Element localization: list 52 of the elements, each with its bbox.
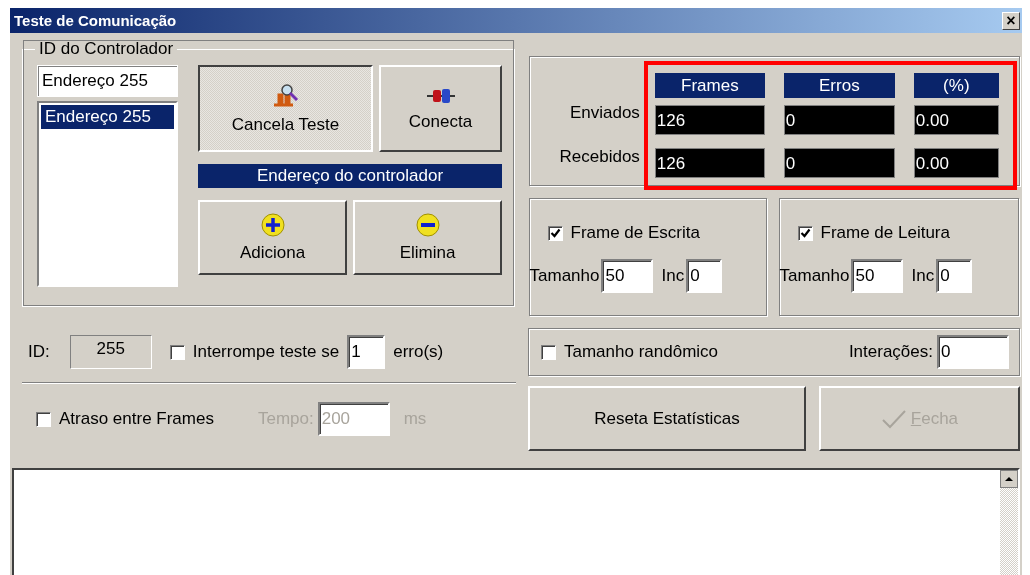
id-display: 255: [69, 335, 152, 369]
minus-icon: [415, 212, 440, 237]
checkbox-label: Frame de Escrita: [570, 223, 700, 243]
close-button[interactable]: ×: [1002, 11, 1020, 30]
id-label: ID:: [28, 342, 50, 362]
checkbox[interactable]: [541, 344, 556, 360]
value-display: 0: [783, 105, 895, 135]
column-header: (%): [913, 73, 999, 98]
value-display: 126: [654, 148, 765, 178]
checkbox[interactable]: [797, 225, 813, 241]
value-display: 0.00: [913, 148, 999, 178]
iterations-field[interactable]: 0: [937, 335, 1009, 369]
signal-magnifier-icon: [271, 82, 300, 109]
checkbox[interactable]: [169, 344, 185, 360]
test-button[interactable]: Cancela Teste: [198, 65, 373, 152]
checkbox-label: Frame de Leitura: [820, 223, 950, 243]
row-label: Recebidos: [559, 146, 640, 168]
add-button[interactable]: Adiciona: [198, 200, 347, 275]
checkbox[interactable]: [547, 225, 563, 241]
iterations-label: Interações:: [848, 342, 933, 362]
value-display: 0: [783, 148, 895, 178]
column-header: Erros: [783, 73, 895, 98]
scroll-bar[interactable]: [1000, 470, 1018, 575]
address-field[interactable]: Endereço 255: [37, 65, 178, 97]
size-label: Tamanho: [529, 266, 600, 286]
checkmark-icon: [880, 408, 907, 429]
size-label: Tamanho: [779, 266, 850, 286]
error-count-field[interactable]: 1: [347, 335, 386, 369]
errors-label: erro(s): [393, 342, 444, 362]
address-caption: Endereço do controlador: [198, 164, 502, 188]
scroll-up-icon[interactable]: [1000, 470, 1018, 488]
size-field[interactable]: 50: [601, 259, 654, 293]
checkbox[interactable]: [36, 411, 51, 427]
column-header: Frames: [654, 73, 765, 98]
inc-field[interactable]: 0: [936, 259, 973, 293]
checkbox-label: Atraso entre Frames: [59, 409, 214, 429]
window-title: Teste de Comunicação: [14, 12, 177, 29]
inc-label: Inc: [911, 266, 935, 286]
inc-field[interactable]: 0: [686, 259, 723, 293]
remove-button[interactable]: Elimina: [353, 200, 502, 275]
checkbox-label: Tamanho randômico: [564, 342, 719, 362]
size-field[interactable]: 50: [851, 259, 904, 293]
value-display: 126: [654, 105, 765, 135]
value-display: 0.00: [913, 105, 999, 135]
row-label: Enviados: [569, 102, 640, 124]
plus-icon: [260, 212, 285, 237]
group-title: ID do Controlador: [38, 39, 175, 59]
connect-button[interactable]: Conecta: [379, 65, 502, 152]
list-item[interactable]: Endereço 255: [41, 105, 174, 129]
checkbox-label: Interrompe teste se: [192, 342, 340, 362]
inc-label: Inc: [661, 266, 685, 286]
reset-button[interactable]: Reseta Estatísticas: [528, 386, 806, 451]
